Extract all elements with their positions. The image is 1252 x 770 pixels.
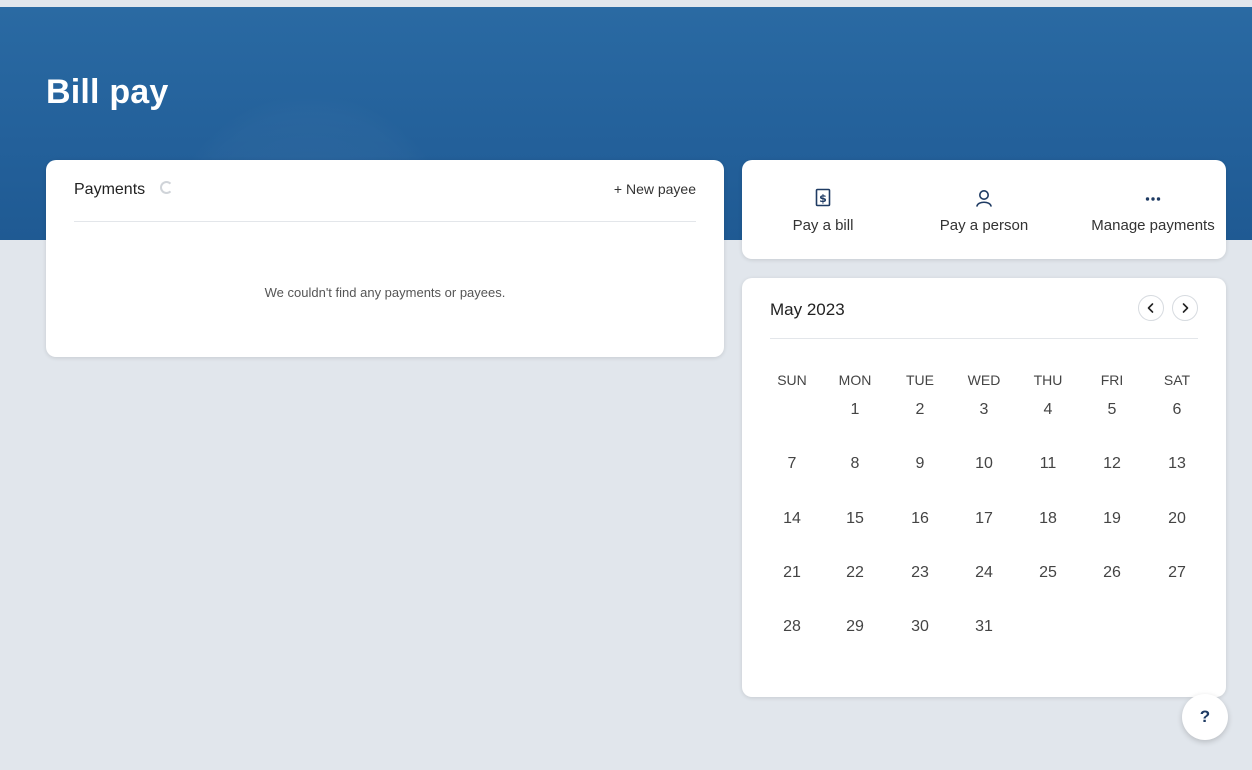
calendar-card: May 2023 SUN MON TUE WED THU FRI SAT 1 2 3 4 5 6 7 8 9 1… (742, 278, 1226, 697)
empty-state-message: We couldn't find any payments or payees. (264, 285, 506, 300)
chevron-left-icon (1147, 303, 1154, 313)
calendar-month-label: May 2023 (770, 300, 845, 319)
calendar-day-19[interactable]: 19 (1092, 504, 1132, 534)
page-title: Bill pay (46, 73, 169, 111)
calendar-day-31[interactable]: 31 (964, 612, 1004, 642)
calendar-day-17[interactable]: 17 (964, 504, 1004, 534)
calendar-day-12[interactable]: 12 (1092, 449, 1132, 479)
payments-title: Payments (74, 181, 146, 198)
manage-payments-button[interactable]: Manage payments (1078, 160, 1228, 259)
weekday-thu: THU (1033, 372, 1063, 388)
svg-text:$: $ (819, 192, 827, 205)
calendar-day-20[interactable]: 20 (1157, 504, 1197, 534)
weekday-mon: MON (838, 372, 872, 388)
weekday-wed: WED (967, 372, 1001, 388)
weekday-sun: SUN (777, 372, 807, 388)
calendar-day-18[interactable]: 18 (1028, 504, 1068, 534)
calendar-day-30[interactable]: 30 (900, 612, 940, 642)
quick-actions-card: $ Pay a bill Pay a person Manage payment… (742, 160, 1226, 259)
calendar-day-8[interactable]: 8 (835, 449, 875, 479)
calendar-day-2[interactable]: 2 (900, 395, 940, 425)
calendar-day-25[interactable]: 25 (1028, 558, 1068, 588)
pay-a-person-label: Pay a person (939, 217, 1029, 234)
calendar-day-10[interactable]: 10 (964, 449, 1004, 479)
help-button[interactable]: ? (1182, 694, 1228, 740)
more-horizontal-icon (1145, 197, 1161, 201)
calendar-day-21[interactable]: 21 (772, 558, 812, 588)
pay-a-bill-label: Pay a bill (792, 217, 854, 234)
calendar-day-27[interactable]: 27 (1157, 558, 1197, 588)
calendar-day-16[interactable]: 16 (900, 504, 940, 534)
calendar-day-14[interactable]: 14 (772, 504, 812, 534)
payments-card: Payments + New payee We couldn't find an… (46, 160, 724, 357)
calendar-day-29[interactable]: 29 (835, 612, 875, 642)
weekday-fri: FRI (1100, 372, 1124, 388)
calendar-day-28[interactable]: 28 (772, 612, 812, 642)
calendar-day-9[interactable]: 9 (900, 449, 940, 479)
calendar-day-13[interactable]: 13 (1157, 449, 1197, 479)
calendar-day-4[interactable]: 4 (1028, 395, 1068, 425)
calendar-day-11[interactable]: 11 (1028, 449, 1068, 479)
loading-spinner-icon (160, 181, 173, 194)
payments-header: Payments + New payee (74, 160, 696, 222)
calendar-day-5[interactable]: 5 (1092, 395, 1132, 425)
new-payee-link[interactable]: + New payee (614, 181, 696, 197)
calendar-day-24[interactable]: 24 (964, 558, 1004, 588)
person-icon (976, 190, 992, 207)
weekday-tue: TUE (906, 372, 934, 388)
chevron-right-icon (1182, 303, 1189, 313)
calendar-day-6[interactable]: 6 (1157, 395, 1197, 425)
calendar-day-3[interactable]: 3 (964, 395, 1004, 425)
calendar-day-7[interactable]: 7 (772, 449, 812, 479)
calendar-day-22[interactable]: 22 (835, 558, 875, 588)
bill-dollar-icon: $ (815, 188, 831, 207)
calendar-day-1[interactable]: 1 (835, 395, 875, 425)
manage-payments-label: Manage payments (1091, 217, 1215, 234)
pay-a-person-button[interactable]: Pay a person (909, 160, 1059, 259)
next-month-button[interactable] (1172, 295, 1198, 321)
calendar-day-23[interactable]: 23 (900, 558, 940, 588)
calendar-day-15[interactable]: 15 (835, 504, 875, 534)
calendar-header: May 2023 (770, 278, 1198, 339)
previous-month-button[interactable] (1138, 295, 1164, 321)
pay-a-bill-button[interactable]: $ Pay a bill (748, 160, 898, 259)
weekday-sat: SAT (1163, 372, 1191, 388)
calendar-day-26[interactable]: 26 (1092, 558, 1132, 588)
